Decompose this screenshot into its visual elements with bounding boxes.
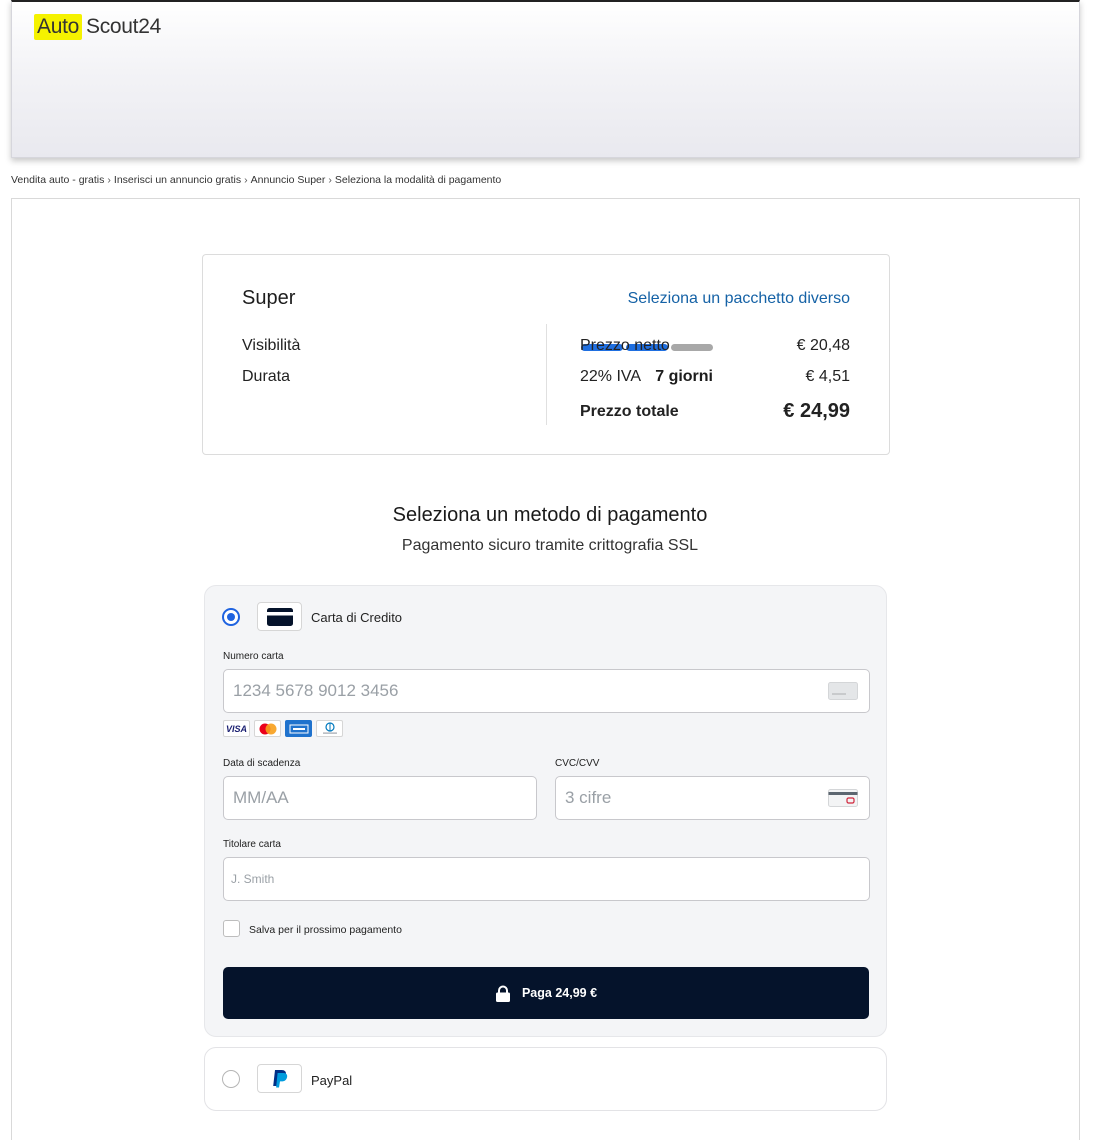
credit-card-radio[interactable] [222, 608, 240, 626]
package-name: Super [242, 287, 296, 309]
paypal-label: PayPal [311, 1073, 353, 1088]
breadcrumb-separator: › [244, 174, 248, 186]
visibility-segment [671, 344, 713, 351]
change-package-link[interactable]: Seleziona un pacchetto diverso [628, 290, 850, 308]
expiry-label: Data di scadenza [223, 758, 301, 769]
paypal-panel[interactable]: PayPal [204, 1047, 887, 1111]
logo-auto-text: Auto [34, 14, 82, 40]
amex-icon [285, 720, 312, 737]
breadcrumb-separator: › [328, 174, 332, 186]
expiry-field [223, 776, 537, 820]
holder-field [223, 857, 870, 901]
vat-label: 22% IVA [580, 368, 642, 385]
payment-method-title: Seleziona un metodo di pagamento [392, 504, 708, 526]
paypal-radio[interactable] [222, 1070, 240, 1088]
card-brand-logos: VISA [223, 720, 343, 737]
save-card-checkbox[interactable] [223, 920, 240, 937]
diners-icon [316, 720, 343, 737]
paypal-icon [257, 1064, 302, 1093]
card-number-input[interactable] [233, 670, 749, 712]
mastercard-icon [254, 720, 281, 737]
breadcrumb: Vendita auto - gratis › Inserisci un ann… [11, 174, 501, 186]
credit-card-label: Carta di Credito [311, 610, 403, 625]
autoscout24-logo[interactable]: Auto Scout24 [34, 14, 161, 40]
breadcrumb-item-inserisci[interactable]: Inserisci un annuncio gratis [114, 174, 241, 186]
logo-scout-text: Scout24 [86, 15, 161, 38]
save-card-label: Salva per il prossimo pagamento [249, 924, 402, 936]
generic-card-icon [828, 682, 858, 705]
package-summary-card: Super Seleziona un pacchetto diverso Vis… [202, 254, 890, 455]
total-price-label: Prezzo totale [580, 403, 679, 420]
total-price-value: € 24,99 [783, 400, 850, 422]
duration-label: Durata [242, 368, 291, 385]
card-divider [546, 324, 547, 425]
breadcrumb-item-vendita[interactable]: Vendita auto - gratis [11, 174, 104, 186]
breadcrumb-separator: › [107, 174, 111, 186]
site-header: Auto Scout24 [11, 0, 1080, 158]
cvc-input[interactable] [565, 777, 816, 819]
expiry-input[interactable] [233, 777, 483, 819]
holder-input[interactable] [231, 858, 747, 900]
credit-card-icon [257, 602, 302, 631]
credit-card-panel: Carta di Credito Numero carta VISA Data … [204, 585, 887, 1037]
visibility-label: Visibilità [242, 337, 301, 354]
cvc-field [555, 776, 870, 820]
vat-value: € 4,51 [805, 368, 850, 385]
visa-icon: VISA [223, 720, 250, 737]
net-price-value: € 20,48 [796, 337, 850, 354]
card-number-label: Numero carta [223, 651, 284, 662]
lock-icon [495, 985, 510, 1002]
pay-button[interactable]: Paga 24,99 € [223, 967, 869, 1019]
cvc-card-icon [828, 789, 858, 812]
payment-method-subtitle: Pagamento sicuro tramite crittografia SS… [401, 537, 699, 554]
holder-label: Titolare carta [223, 839, 281, 850]
cvc-label: CVC/CVV [555, 758, 600, 769]
card-number-field [223, 669, 870, 713]
pay-button-label: Paga 24,99 € [521, 986, 598, 1000]
net-price-label: Prezzo netto [580, 337, 670, 354]
breadcrumb-item-annuncio-super[interactable]: Annuncio Super [251, 174, 326, 186]
breadcrumb-item-current: Seleziona la modalità di pagamento [334, 174, 502, 186]
